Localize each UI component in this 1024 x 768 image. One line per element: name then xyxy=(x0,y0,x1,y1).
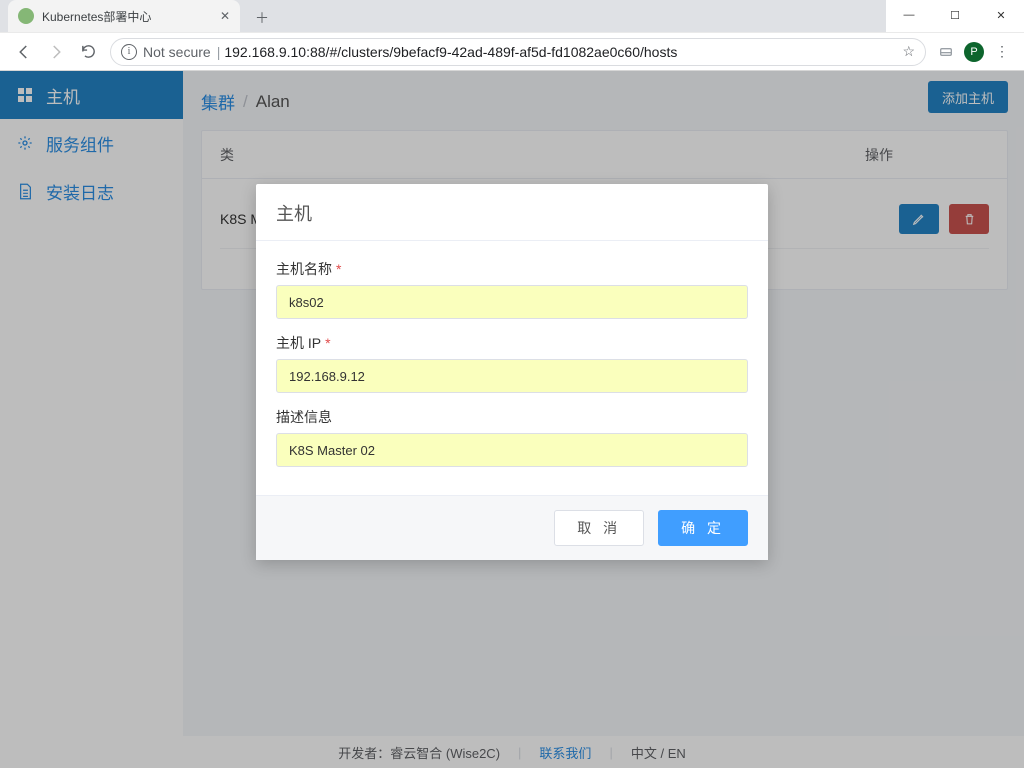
profile-avatar[interactable]: P xyxy=(960,38,988,66)
url-separator: | xyxy=(217,44,221,60)
url-box[interactable]: i Not secure | 192.168.9.10:88/#/cluster… xyxy=(110,38,926,66)
avatar-letter: P xyxy=(964,42,984,62)
label-text: 主机 IP xyxy=(276,335,321,351)
reload-button[interactable] xyxy=(74,38,102,66)
host-ip-input[interactable] xyxy=(276,359,748,393)
required-mark: * xyxy=(325,335,330,351)
cancel-button[interactable]: 取 消 xyxy=(554,510,644,546)
cancel-label: 取 消 xyxy=(577,518,621,538)
tab-title: Kubernetes部署中心 xyxy=(42,8,214,25)
minimize-button[interactable]: — xyxy=(886,0,932,30)
form-group-desc: 描述信息 xyxy=(276,407,748,467)
form-group-name: 主机名称* xyxy=(276,259,748,319)
window-close-button[interactable]: ✕ xyxy=(978,0,1024,30)
app-root: 主机 服务组件 安装日志 集群 xyxy=(0,71,1024,768)
window-controls: — ☐ ✕ xyxy=(886,0,1024,32)
modal-body: 主机名称* 主机 IP* 描述信息 xyxy=(256,241,768,495)
form-group-ip: 主机 IP* xyxy=(276,333,748,393)
host-modal: 主机 主机名称* 主机 IP* 描述信息 xyxy=(256,184,768,560)
host-desc-label: 描述信息 xyxy=(276,407,748,427)
host-ip-label: 主机 IP* xyxy=(276,333,748,353)
close-tab-icon[interactable]: ✕ xyxy=(220,9,230,23)
url-text: 192.168.9.10:88/#/clusters/9befacf9-42ad… xyxy=(224,44,896,60)
extension-icon[interactable] xyxy=(932,38,960,66)
info-icon: i xyxy=(121,44,137,60)
kebab-menu-icon[interactable]: ⋮ xyxy=(988,38,1016,66)
browser-tab[interactable]: Kubernetes部署中心 ✕ xyxy=(8,0,240,32)
tab-strip: Kubernetes部署中心 ✕ ＋ xyxy=(0,0,886,32)
required-mark: * xyxy=(336,261,341,277)
window-titlebar: Kubernetes部署中心 ✕ ＋ — ☐ ✕ xyxy=(0,0,1024,33)
host-name-label: 主机名称* xyxy=(276,259,748,279)
bookmark-star-icon[interactable]: ☆ xyxy=(902,43,915,60)
favicon-icon xyxy=(18,8,34,24)
host-name-input[interactable] xyxy=(276,285,748,319)
confirm-button[interactable]: 确 定 xyxy=(658,510,748,546)
host-desc-input[interactable] xyxy=(276,433,748,467)
forward-button[interactable] xyxy=(42,38,70,66)
modal-title: 主机 xyxy=(256,184,768,241)
modal-footer: 取 消 确 定 xyxy=(256,495,768,560)
maximize-button[interactable]: ☐ xyxy=(932,0,978,30)
confirm-label: 确 定 xyxy=(681,518,725,538)
address-bar: i Not secure | 192.168.9.10:88/#/cluster… xyxy=(0,33,1024,71)
not-secure-label: Not secure xyxy=(143,44,211,60)
label-text: 主机名称 xyxy=(276,261,332,277)
back-button[interactable] xyxy=(10,38,38,66)
new-tab-button[interactable]: ＋ xyxy=(248,4,276,32)
